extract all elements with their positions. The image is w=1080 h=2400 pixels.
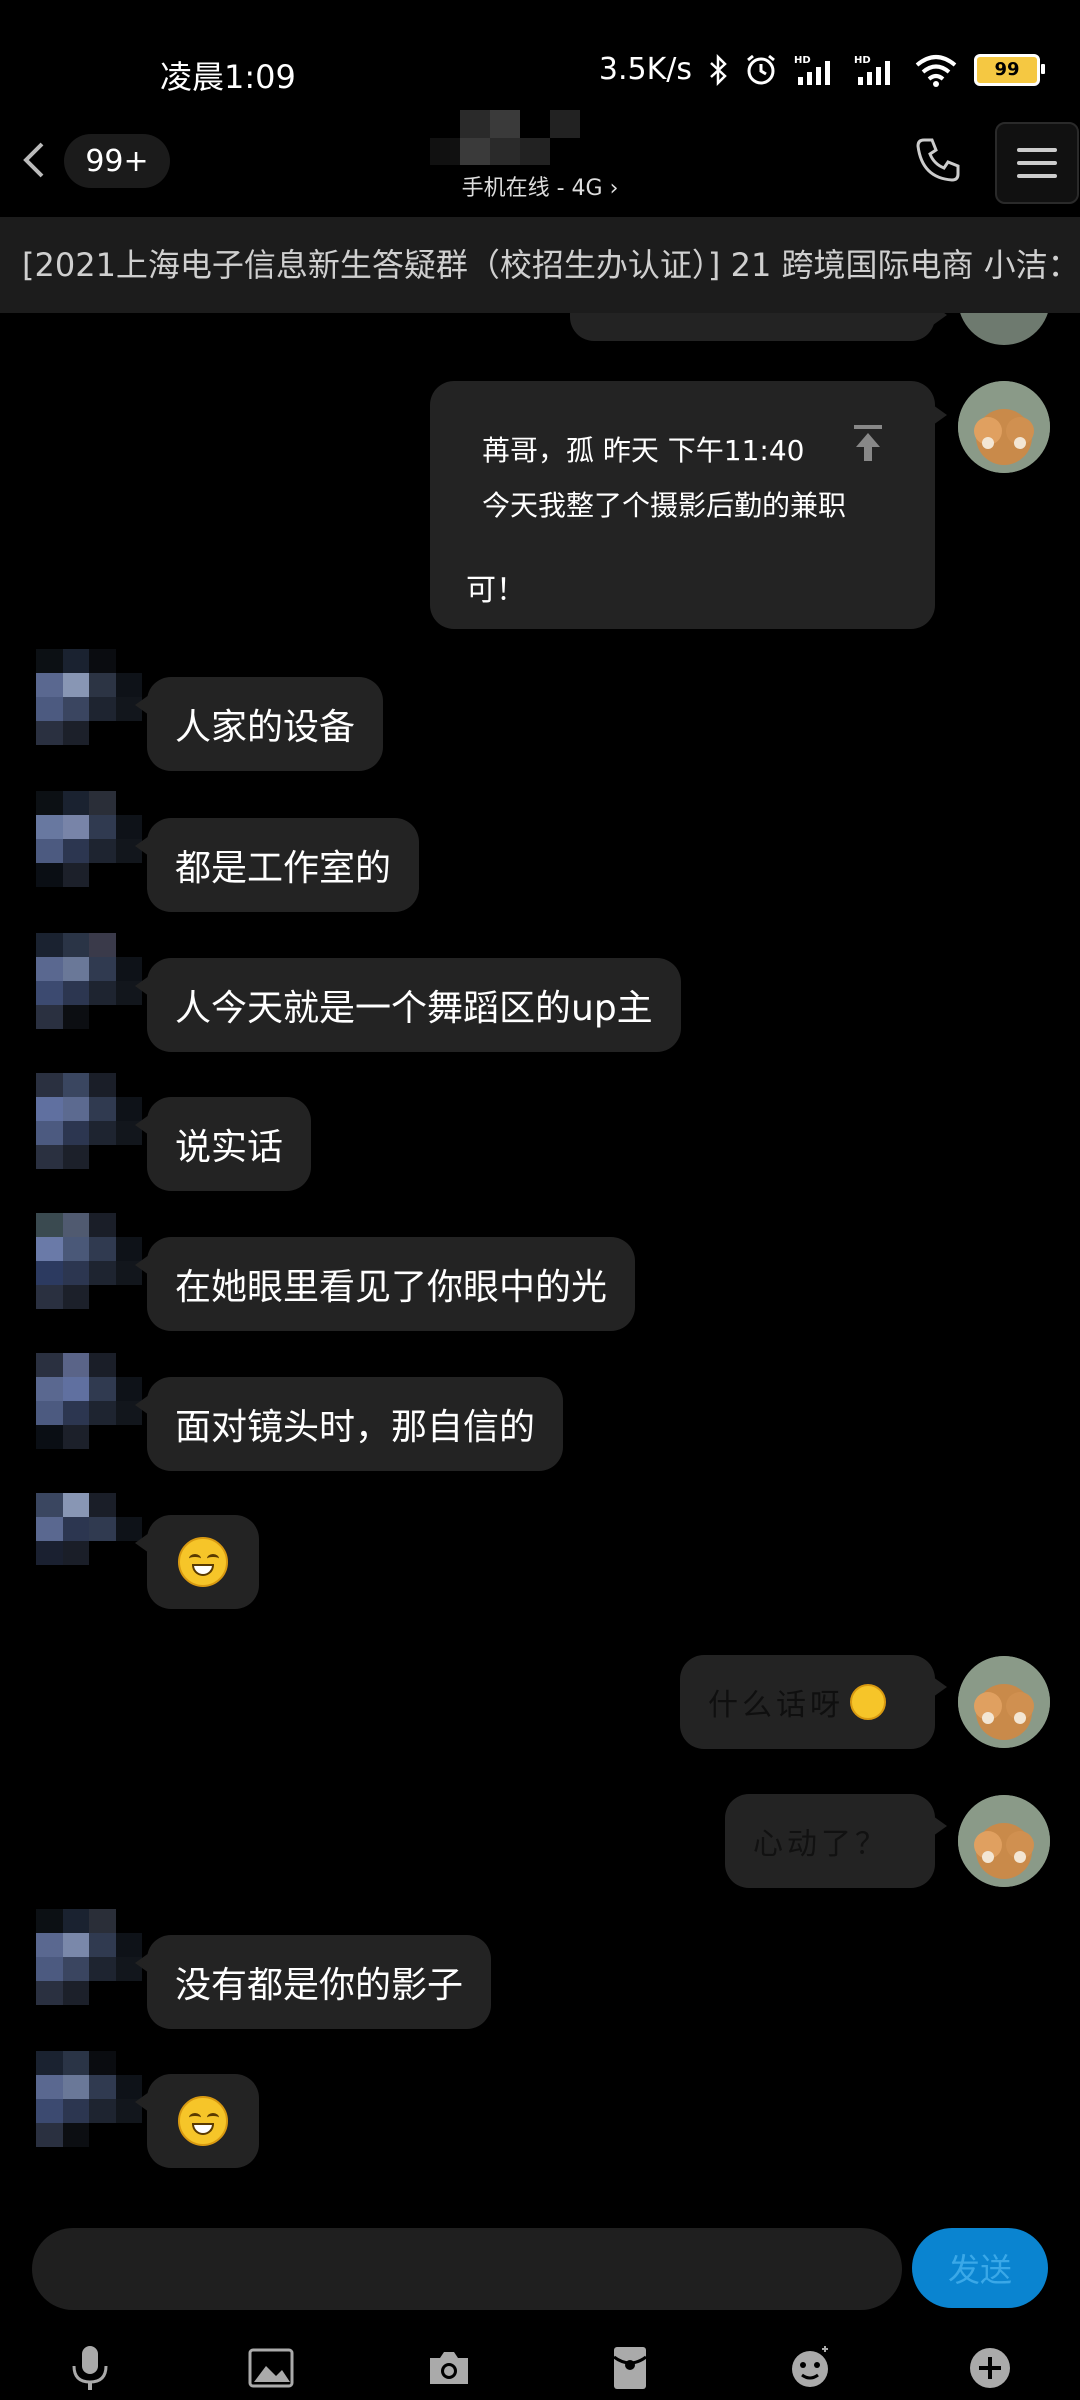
svg-text:HD: HD: [854, 55, 871, 66]
send-button[interactable]: 发送: [912, 2228, 1048, 2308]
input-bar: 发送: [0, 2220, 1080, 2400]
message-bubble[interactable]: 都是工作室的: [134, 818, 420, 912]
smirk-face-icon: [178, 1537, 228, 1587]
menu-line-icon: [1017, 161, 1057, 165]
self-avatar[interactable]: [958, 1795, 1050, 1887]
message-bubble[interactable]: 没有都是你的影子: [134, 1935, 492, 2029]
bluetooth-icon: [708, 53, 728, 86]
plus-icon[interactable]: [962, 2340, 1018, 2396]
contact-avatar[interactable]: [36, 1213, 142, 1309]
svg-text:HD: HD: [794, 55, 811, 66]
message-text: 什么话呀: [708, 1688, 844, 1723]
contact-avatar[interactable]: [36, 649, 142, 745]
message-list[interactable]: 苒哥，孤 昨天 下午11:40 今天我整了个摄影后勤的兼职 可！ 人家的设备 都…: [0, 313, 1080, 2223]
input-toolbar: [0, 2340, 1080, 2400]
message-bubble[interactable]: 面对镜头时，那自信的: [134, 1377, 564, 1471]
chat-header: 99+ 手机在线 - 4G ›: [0, 110, 1080, 215]
message-bubble[interactable]: 心动了？: [725, 1794, 947, 1888]
battery-icon: 99: [974, 53, 1045, 86]
self-avatar[interactable]: [958, 1656, 1050, 1748]
reply-text: 可！: [466, 573, 526, 608]
message-bubble-emoji[interactable]: [135, 2074, 259, 2168]
voice-icon[interactable]: [62, 2340, 118, 2396]
contact-avatar[interactable]: [36, 1493, 142, 1589]
signal-hd-2-icon: HD: [854, 53, 898, 87]
phone-icon[interactable]: [910, 132, 966, 188]
signal-hd-1-icon: HD: [794, 53, 838, 87]
message-bubble[interactable]: 什么话呀: [680, 1655, 947, 1749]
emoji-icon[interactable]: [783, 2340, 839, 2396]
quote-header: 苒哥，孤 昨天 下午11:40: [482, 434, 805, 467]
contact-avatar[interactable]: [36, 933, 142, 1029]
message-input[interactable]: [32, 2228, 902, 2310]
self-avatar[interactable]: [958, 313, 1050, 345]
status-icons: 3.5K/s HD HD 99: [598, 52, 1045, 87]
laughing-tears-icon: [850, 1684, 886, 1720]
message-bubble[interactable]: 说实话: [134, 1097, 312, 1191]
message-bubble[interactable]: 人家的设备: [134, 677, 384, 771]
menu-line-icon: [1017, 148, 1057, 152]
network-speed: 3.5K/s: [598, 52, 692, 87]
red-packet-icon[interactable]: [602, 2340, 658, 2396]
group-notification-banner[interactable]: [2021上海电子信息新生答疑群（校招生办认证）] 21 跨境国际电商 小洁：解: [0, 217, 1080, 313]
smirk-face-icon: [178, 2096, 228, 2146]
contact-avatar[interactable]: [36, 791, 142, 887]
contact-avatar[interactable]: [36, 2051, 142, 2147]
camera-icon[interactable]: [421, 2340, 477, 2396]
wifi-icon: [914, 53, 958, 87]
alarm-icon: [744, 53, 778, 87]
menu-button[interactable]: [995, 122, 1079, 204]
menu-line-icon: [1017, 174, 1057, 178]
jump-to-quote-icon[interactable]: [848, 421, 888, 465]
message-bubble[interactable]: 人今天就是一个舞蹈区的up主: [135, 958, 681, 1052]
contact-avatar[interactable]: [36, 1073, 142, 1169]
image-icon[interactable]: [243, 2340, 299, 2396]
quoted-reply-message[interactable]: 苒哥，孤 昨天 下午11:40 今天我整了个摄影后勤的兼职 可！: [430, 381, 947, 629]
contact-avatar[interactable]: [36, 1909, 142, 2005]
message-bubble[interactable]: 在她眼里看见了你眼中的光: [134, 1237, 636, 1331]
quote-text: 今天我整了个摄影后勤的兼职: [482, 489, 847, 522]
message-bubble-partial[interactable]: [570, 313, 947, 341]
status-time: 凌晨1:09: [160, 58, 296, 96]
contact-avatar[interactable]: [36, 1353, 142, 1449]
message-bubble-emoji[interactable]: [135, 1515, 259, 1609]
self-avatar[interactable]: [958, 381, 1050, 473]
contact-name[interactable]: [430, 110, 580, 165]
